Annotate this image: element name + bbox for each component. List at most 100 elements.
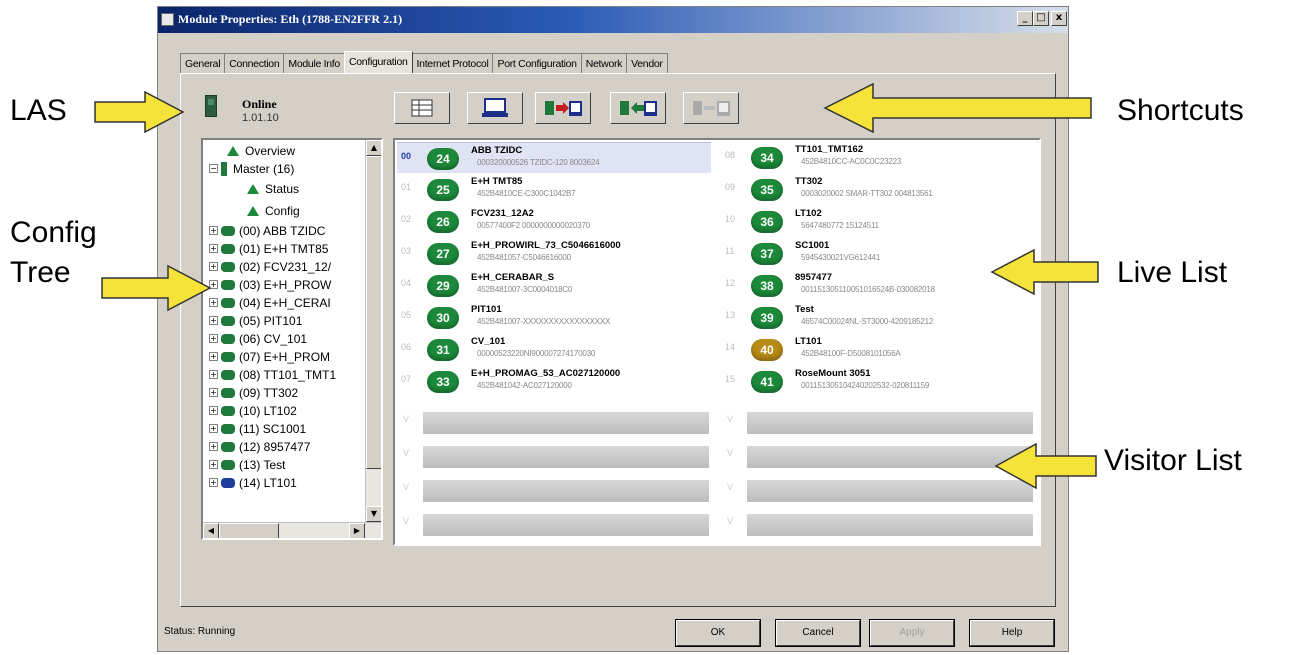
device-index: 04	[401, 278, 412, 288]
tree-item-device[interactable]: + (08) TT101_TMT1	[209, 366, 336, 383]
live-list: 00 24 ABB TZIDC 000320000526 TZIDC-120 8…	[393, 138, 1041, 546]
tab-network[interactable]: Network	[580, 53, 628, 73]
expand-icon[interactable]: +	[209, 406, 218, 415]
tree-item-label: Config	[265, 203, 300, 218]
expand-icon[interactable]: +	[209, 388, 218, 397]
tab-connection[interactable]: Connection	[224, 53, 285, 73]
visitor-slot[interactable]: V	[721, 408, 1035, 435]
tree-horizontal-scrollbar[interactable]: ◀ ▶	[203, 522, 381, 538]
tab-internet-protocol[interactable]: Internet Protocol	[411, 53, 494, 73]
help-button[interactable]: Help	[969, 619, 1055, 647]
minimize-button[interactable]: _	[1017, 11, 1033, 26]
tree-item-device[interactable]: + (04) E+H_CERAI	[209, 294, 331, 311]
device-id: 452B4810CC-AC0C0C23223	[801, 157, 902, 166]
expand-icon[interactable]: +	[209, 424, 218, 433]
expand-icon[interactable]: +	[209, 478, 218, 487]
tree-item-device[interactable]: + (00) ABB TZIDC	[209, 222, 325, 239]
tree-item-status[interactable]: Status	[247, 180, 299, 197]
tree-item-device[interactable]: + (11) SC1001	[209, 420, 306, 437]
ok-button[interactable]: OK	[675, 619, 761, 647]
collapse-icon[interactable]: −	[209, 164, 218, 173]
live-device[interactable]: 15 41 RoseMount 3051 0011513051042402025…	[721, 366, 1035, 397]
scroll-up-icon[interactable]: ▲	[366, 140, 381, 156]
live-device[interactable]: 04 29 E+H_CERABAR_S 452B481007-3C0004018…	[397, 270, 711, 301]
live-device[interactable]: 08 34 TT101_TMT162 452B4810CC-AC0C0C2322…	[721, 142, 1035, 173]
apply-button[interactable]: Apply	[869, 619, 955, 647]
las-status-label: Online	[242, 97, 277, 111]
tree-item-device[interactable]: + (10) LT102	[209, 402, 297, 419]
expand-icon[interactable]: +	[209, 334, 218, 343]
title-bar[interactable]: Module Properties: Eth (1788-EN2FFR 2.1)…	[158, 7, 1068, 33]
device-icon	[221, 369, 235, 380]
expand-icon[interactable]: +	[209, 370, 218, 379]
live-device[interactable]: 13 39 Test 46574C00024NL-ST3000-42091852…	[721, 302, 1035, 333]
visitor-slot[interactable]: V	[397, 510, 711, 537]
tab-general[interactable]: General	[180, 53, 226, 73]
tree-item-device[interactable]: + (06) CV_101	[209, 330, 307, 347]
visitor-slot[interactable]: V	[397, 476, 711, 503]
scroll-thumb[interactable]	[366, 156, 381, 469]
compare-button[interactable]	[683, 92, 739, 124]
live-device[interactable]: 02 26 FCV231_12A2 00577400F2 00000000000…	[397, 206, 711, 237]
device-name: SC1001	[795, 240, 830, 251]
annotation-shortcuts: Shortcuts	[1117, 94, 1244, 127]
tree-item-master[interactable]: − Master (16)	[209, 160, 294, 177]
expand-icon[interactable]: +	[209, 352, 218, 361]
scroll-right-icon[interactable]: ▶	[349, 523, 365, 538]
tree-item-device[interactable]: + (09) TT302	[209, 384, 298, 401]
live-device[interactable]: 09 35 TT302 0003020002 SMAR-TT302 004813…	[721, 174, 1035, 205]
tree-item-device[interactable]: + (14) LT101	[209, 474, 297, 491]
tree-item-device[interactable]: + (07) E+H_PROM	[209, 348, 330, 365]
visitor-empty-bar	[747, 412, 1033, 434]
tree-item-config[interactable]: Config	[247, 202, 300, 219]
expand-icon[interactable]: +	[209, 460, 218, 469]
tree-vertical-scrollbar[interactable]: ▲ ▼	[365, 140, 381, 522]
scroll-left-icon[interactable]: ◀	[203, 523, 219, 538]
visitor-slot[interactable]: V	[721, 476, 1035, 503]
expand-icon[interactable]: +	[209, 316, 218, 325]
right-arrow-icon	[94, 90, 185, 134]
live-device[interactable]: 01 25 E+H TMT85 452B4810CE-C300C1042B7	[397, 174, 711, 205]
device-index: 08	[725, 150, 736, 160]
expand-icon[interactable]: +	[209, 226, 218, 235]
visitor-slot[interactable]: V	[721, 510, 1035, 537]
visitor-slot[interactable]: V	[397, 408, 711, 435]
visitor-index: V	[727, 516, 734, 526]
upload-config-button[interactable]	[535, 92, 591, 124]
tab-configuration[interactable]: Configuration	[343, 51, 413, 73]
cancel-button[interactable]: Cancel	[775, 619, 861, 647]
live-device[interactable]: 00 24 ABB TZIDC 000320000526 TZIDC-120 8…	[397, 142, 711, 173]
tab-module-info[interactable]: Module Info	[283, 53, 345, 73]
config-tree[interactable]: Overview − Master (16) Status Config + (00…	[201, 138, 383, 540]
tab-vendor[interactable]: Vendor	[626, 53, 668, 73]
device-address-badge: 38	[751, 275, 783, 297]
maximize-button[interactable]: □	[1033, 11, 1049, 26]
visitor-slot[interactable]: V	[397, 442, 711, 469]
tree-item-device[interactable]: + (03) E+H_PROW	[209, 276, 331, 293]
tree-item-device[interactable]: + (01) E+H TMT85	[209, 240, 328, 257]
tree-item-overview[interactable]: Overview	[227, 142, 295, 159]
grid-view-button[interactable]	[394, 92, 450, 124]
live-device[interactable]: 03 27 E+H_PROWIRL_73_C5046616000 452B481…	[397, 238, 711, 269]
tree-item-device[interactable]: + (05) PIT101	[209, 312, 302, 329]
live-device[interactable]: 05 30 PIT101 452B481007-XXXXXXXXXXXXXXXX…	[397, 302, 711, 333]
scroll-down-icon[interactable]: ▼	[366, 506, 381, 522]
tree-item-device[interactable]: + (13) Test	[209, 456, 285, 473]
live-device[interactable]: 10 36 LT102 5647480772 15124511	[721, 206, 1035, 237]
visitor-empty-bar	[747, 480, 1033, 502]
close-button[interactable]: x	[1051, 11, 1067, 26]
expand-icon[interactable]: +	[209, 244, 218, 253]
visitor-slot[interactable]: V	[721, 442, 1035, 469]
monitor-button[interactable]	[467, 92, 523, 124]
scroll-thumb[interactable]	[219, 523, 279, 538]
live-device[interactable]: 07 33 E+H_PROMAG_53_AC027120000 452B4810…	[397, 366, 711, 397]
tree-item-device[interactable]: + (02) FCV231_12/	[209, 258, 331, 275]
live-device[interactable]: 14 40 LT101 452B48100F-D5008101056A	[721, 334, 1035, 365]
live-device[interactable]: 11 37 SC1001 5945430021VG612441	[721, 238, 1035, 269]
tab-port-configuration[interactable]: Port Configuration	[492, 53, 582, 73]
expand-icon[interactable]: +	[209, 442, 218, 451]
tree-item-device[interactable]: + (12) 8957477	[209, 438, 310, 455]
live-device[interactable]: 06 31 CV_101 00000523220NI90000727417003…	[397, 334, 711, 365]
download-config-button[interactable]	[610, 92, 666, 124]
live-device[interactable]: 12 38 8957477 001151305110051016524B-030…	[721, 270, 1035, 301]
